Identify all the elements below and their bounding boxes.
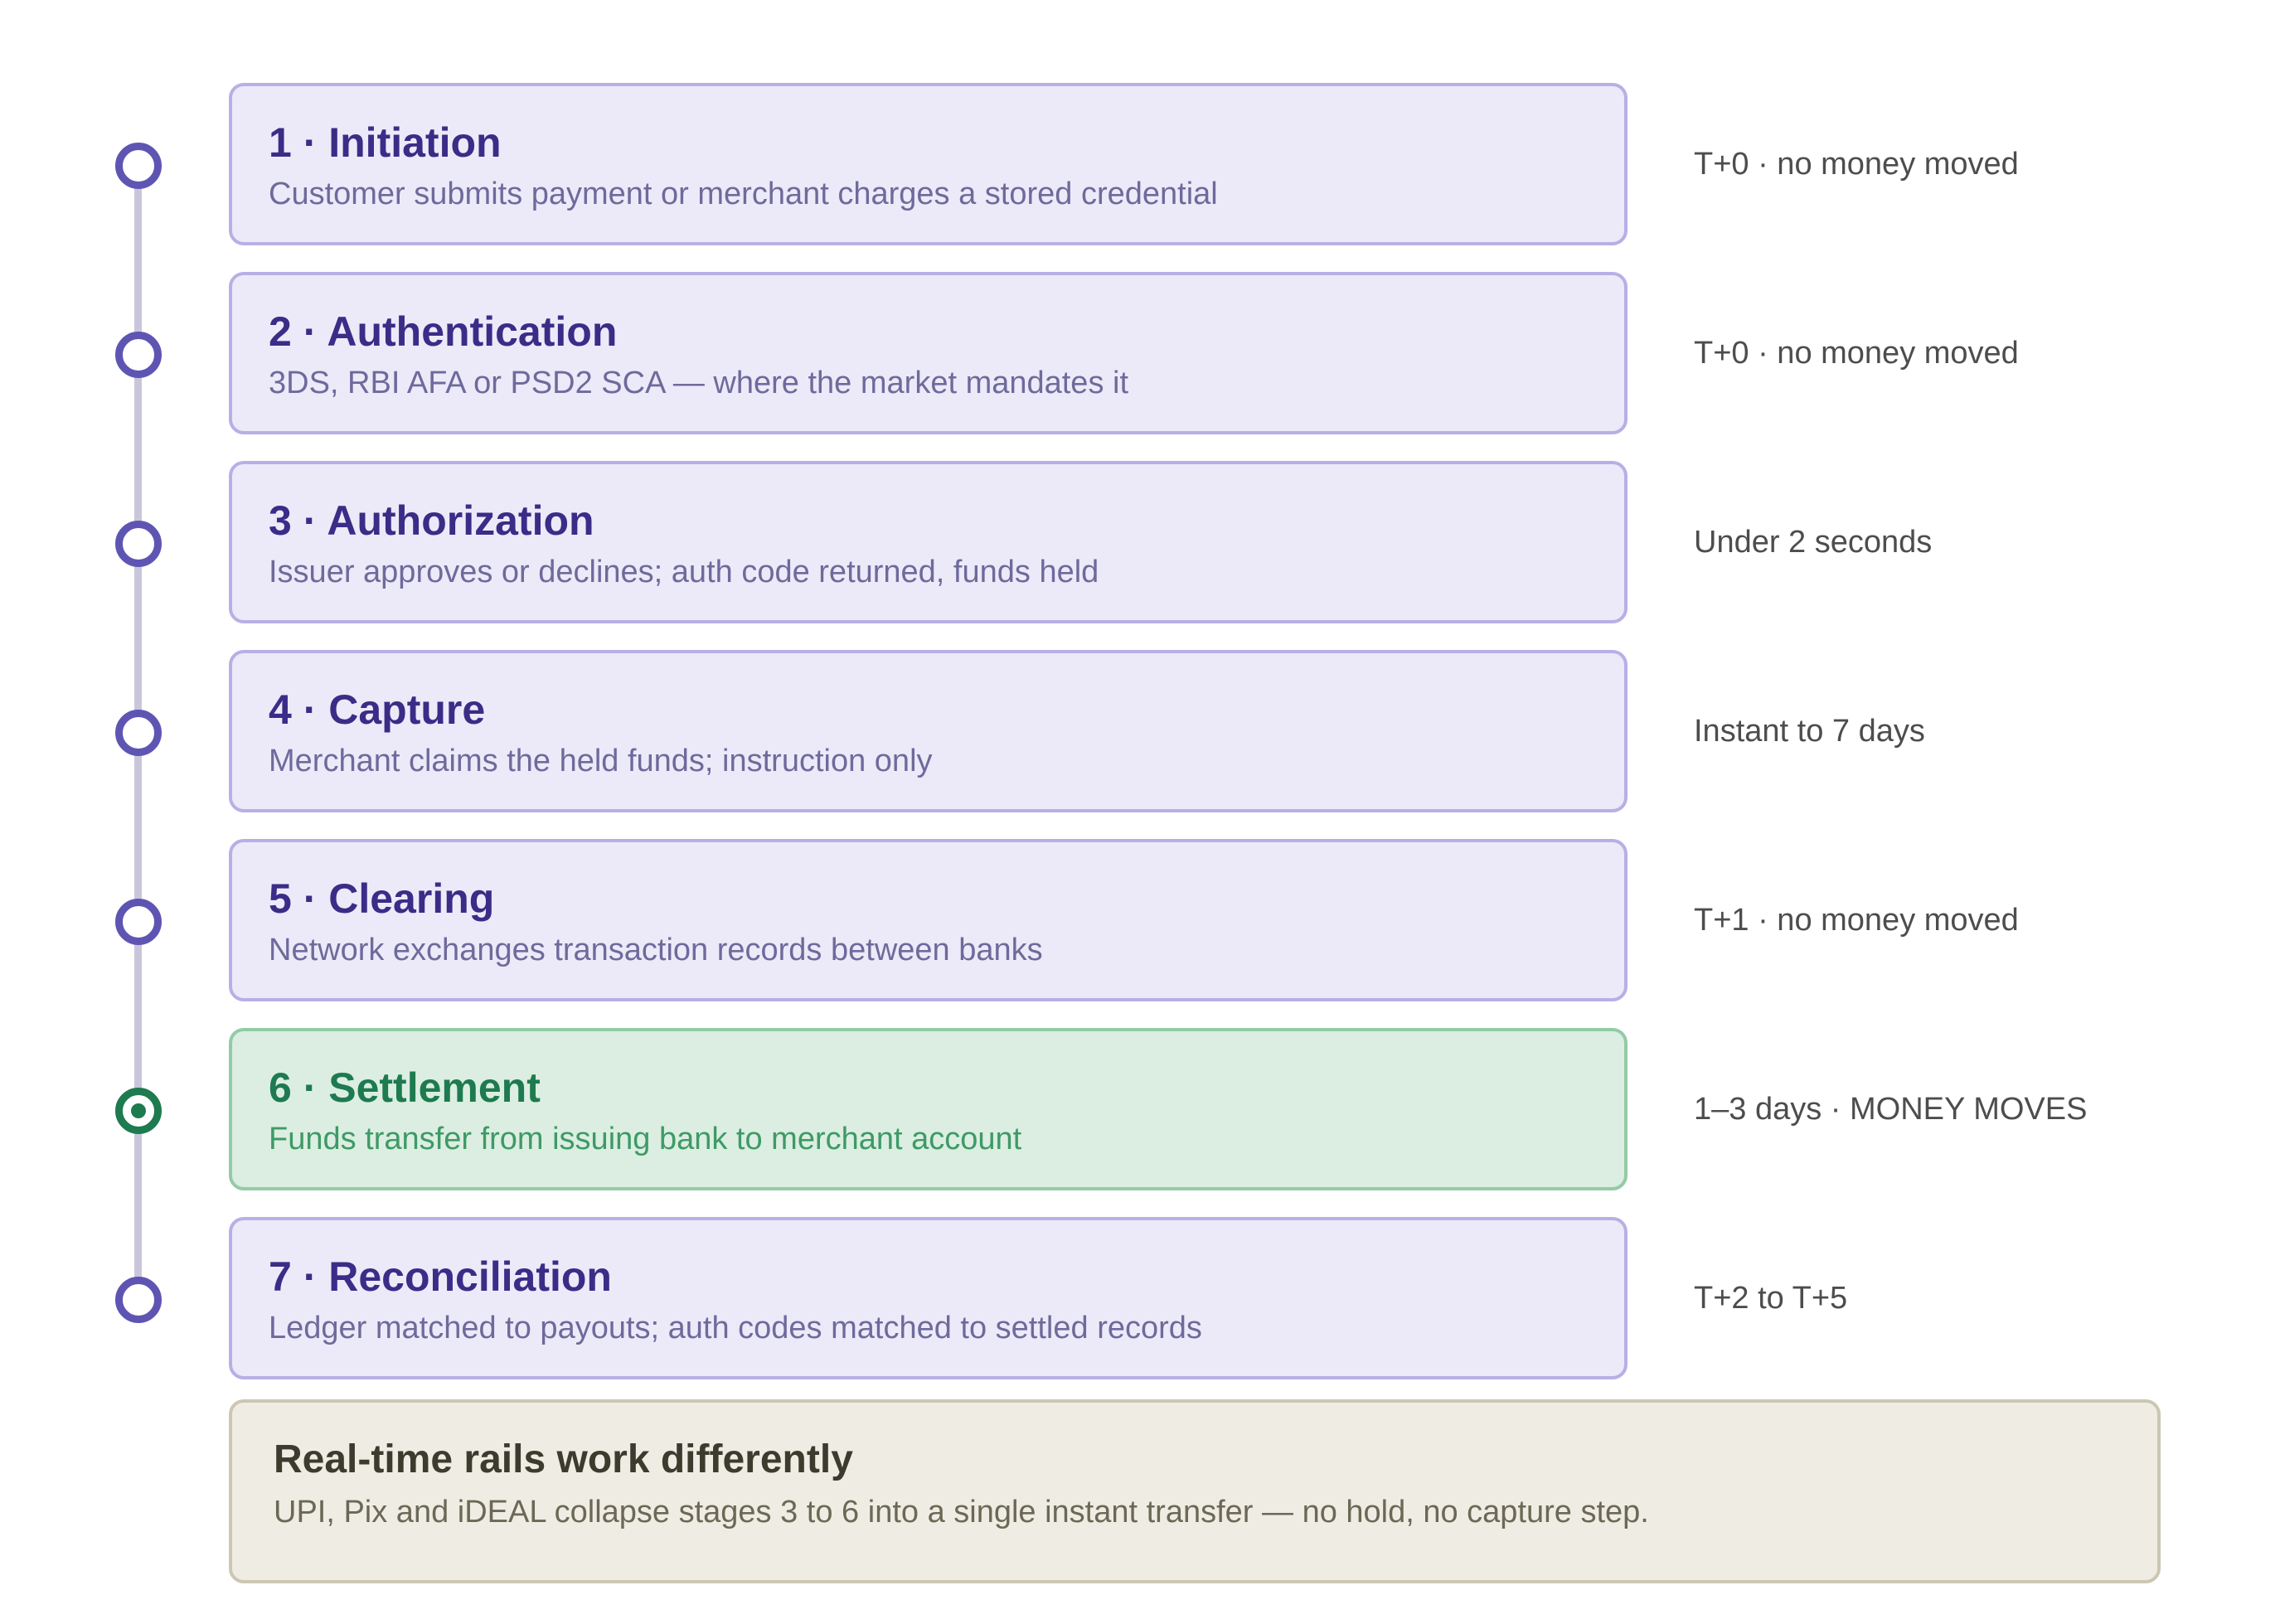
timeline-node-icon bbox=[115, 710, 162, 756]
stage-description: Network exchanges transaction records be… bbox=[269, 933, 1043, 967]
stage-title: 1 · Initiation bbox=[269, 119, 502, 166]
timeline-node-icon bbox=[115, 332, 162, 378]
stage-title: 3 · Authorization bbox=[269, 497, 594, 544]
note-title: Real-time rails work differently bbox=[274, 1437, 853, 1481]
stage-description: Customer submits payment or merchant cha… bbox=[269, 177, 1218, 211]
stage-authentication: 2 · Authentication 3DS, RBI AFA or PSD2 … bbox=[0, 272, 2280, 434]
stage-card: 5 · Clearing Network exchanges transacti… bbox=[229, 839, 1628, 1001]
note-description: UPI, Pix and iDEAL collapse stages 3 to … bbox=[274, 1495, 1649, 1529]
stage-card: 4 · Capture Merchant claims the held fun… bbox=[229, 650, 1628, 812]
stage-title: 2 · Authentication bbox=[269, 308, 618, 355]
stage-clearing: 5 · Clearing Network exchanges transacti… bbox=[0, 839, 2280, 1001]
timeline-node-icon bbox=[115, 521, 162, 567]
timeline-node-icon bbox=[115, 899, 162, 945]
stage-description: Merchant claims the held funds; instruct… bbox=[269, 744, 933, 778]
timeline-node-active-icon bbox=[115, 1088, 162, 1134]
stage-description: Issuer approves or declines; auth code r… bbox=[269, 555, 1099, 589]
stage-title: 7 · Reconciliation bbox=[269, 1253, 612, 1300]
stage-timing: T+0 · no money moved bbox=[1694, 336, 2019, 371]
stage-description: Funds transfer from issuing bank to merc… bbox=[269, 1122, 1022, 1156]
timeline-node-icon bbox=[115, 1277, 162, 1323]
stage-title: 4 · Capture bbox=[269, 686, 486, 733]
stage-title: 5 · Clearing bbox=[269, 875, 495, 922]
stage-description: Ledger matched to payouts; auth codes ma… bbox=[269, 1311, 1202, 1345]
stage-timing: 1–3 days · MONEY MOVES bbox=[1694, 1092, 2088, 1127]
stage-settlement: 6 · Settlement Funds transfer from issui… bbox=[0, 1028, 2280, 1190]
stage-card: 3 · Authorization Issuer approves or dec… bbox=[229, 461, 1628, 623]
stage-timing: T+1 · no money moved bbox=[1694, 903, 2019, 938]
stage-reconciliation: 7 · Reconciliation Ledger matched to pay… bbox=[0, 1217, 2280, 1379]
stage-timing: Under 2 seconds bbox=[1694, 525, 1933, 560]
stage-capture: 4 · Capture Merchant claims the held fun… bbox=[0, 650, 2280, 812]
stage-title: 6 · Settlement bbox=[269, 1064, 541, 1111]
stage-timing: T+2 to T+5 bbox=[1694, 1281, 1848, 1316]
realtime-rails-note: Real-time rails work differently UPI, Pi… bbox=[229, 1399, 2161, 1583]
timeline-node-icon bbox=[115, 143, 162, 189]
stage-authorization: 3 · Authorization Issuer approves or dec… bbox=[0, 461, 2280, 623]
stage-card: 2 · Authentication 3DS, RBI AFA or PSD2 … bbox=[229, 272, 1628, 434]
stage-timing: T+0 · no money moved bbox=[1694, 147, 2019, 182]
stage-initiation: 1 · Initiation Customer submits payment … bbox=[0, 83, 2280, 245]
stage-card: 1 · Initiation Customer submits payment … bbox=[229, 83, 1628, 245]
stage-description: 3DS, RBI AFA or PSD2 SCA — where the mar… bbox=[269, 366, 1129, 400]
stage-card: 7 · Reconciliation Ledger matched to pay… bbox=[229, 1217, 1628, 1379]
stage-card-highlighted: 6 · Settlement Funds transfer from issui… bbox=[229, 1028, 1628, 1190]
stage-timing: Instant to 7 days bbox=[1694, 714, 1925, 749]
